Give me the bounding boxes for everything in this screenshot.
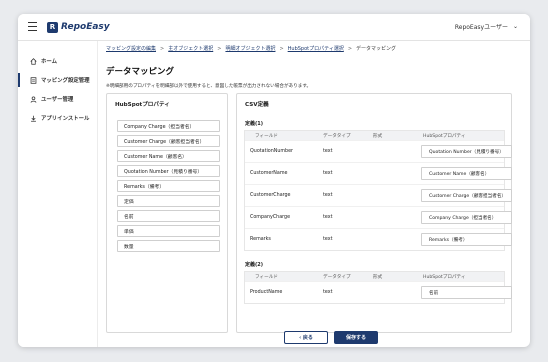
- breadcrumb-separator: >: [160, 45, 165, 52]
- mapped-property-dropzone[interactable]: Remarks（備考）: [421, 233, 512, 246]
- download-icon: [30, 115, 37, 122]
- field-name: CustomerCharge: [250, 193, 291, 198]
- mapping-table: フィールド データタイプ 形式 HubSpotプロパティ ProductName…: [244, 271, 512, 304]
- data-type: text: [323, 171, 333, 176]
- mapped-property-dropzone[interactable]: 名前: [421, 286, 512, 299]
- property-chip[interactable]: Customer Name（顧客名）: [117, 150, 220, 162]
- sidebar-item-label: マッピング設定管理: [41, 78, 90, 84]
- table-header: フィールド データタイプ 形式 HubSpotプロパティ: [245, 272, 504, 281]
- mapped-property-dropzone[interactable]: Customer Name（顧客名）: [421, 167, 512, 180]
- column-header-data-type: データタイプ: [323, 274, 351, 280]
- hamburger-menu-icon[interactable]: [28, 22, 37, 31]
- property-chip[interactable]: 名前: [117, 210, 220, 222]
- top-bar: R RepoEasy RepoEasyユーザー ⌄: [18, 14, 530, 41]
- breadcrumb-link-hubspot-property[interactable]: HubSpotプロパティ選択: [288, 45, 344, 52]
- table-header: フィールド データタイプ 形式 HubSpotプロパティ: [245, 131, 504, 140]
- field-name: CompanyCharge: [250, 215, 291, 220]
- sidebar-item-label: アプリインストール: [41, 116, 90, 122]
- table-row: CustomerCharge text Customer Charge（顧客担当…: [245, 184, 512, 206]
- table-row: Remarks text Remarks（備考）: [245, 228, 512, 250]
- column-header-hubspot-property: HubSpotプロパティ: [423, 133, 466, 139]
- table-row: CompanyCharge text Company Charge（担当者名）: [245, 206, 512, 228]
- logo[interactable]: R RepoEasy: [47, 20, 110, 34]
- user-name: RepoEasyユーザー: [454, 24, 508, 31]
- breadcrumb-link-main-object[interactable]: 主オブジェクト選択: [168, 45, 213, 52]
- page-note: ※明細部用のプロパティを明細部以外で使用すると、意図した帳票が出力されない場合が…: [106, 84, 312, 89]
- user-icon: [30, 96, 37, 103]
- panel-title: CSV定義: [245, 102, 269, 108]
- mapped-property-dropzone[interactable]: Customer Charge（顧客担当者名）: [421, 189, 512, 202]
- field-name: QuotationNumber: [250, 149, 294, 154]
- section-label: 定義(2): [245, 262, 264, 268]
- column-header-field: フィールド: [255, 133, 278, 139]
- mapping-table: フィールド データタイプ 形式 HubSpotプロパティ QuotationNu…: [244, 130, 512, 251]
- field-name: CustomerName: [250, 171, 288, 176]
- sidebar-item-mapping[interactable]: マッピング設定管理: [18, 73, 98, 87]
- breadcrumb-current: データマッピング: [356, 46, 397, 52]
- logo-icon: R: [47, 21, 58, 33]
- field-name: ProductName: [250, 290, 283, 295]
- property-chip[interactable]: Remarks（備考）: [117, 180, 220, 192]
- user-menu[interactable]: RepoEasyユーザー ⌄: [455, 22, 518, 31]
- mapped-property-dropzone[interactable]: Quotation Number（見積り番号）: [421, 145, 512, 158]
- table-row: ProductName text 名前: [245, 281, 512, 303]
- table-row: CustomerName text Customer Name（顧客名）: [245, 162, 512, 184]
- breadcrumb-link-mapping-edit[interactable]: マッピング設定の編集: [106, 45, 156, 52]
- section-label: 定義(1): [245, 121, 264, 127]
- app-window: R RepoEasy RepoEasyユーザー ⌄ ホーム マッピング設定管理 …: [18, 14, 530, 347]
- breadcrumb-separator: >: [347, 45, 353, 52]
- data-type: text: [323, 290, 333, 295]
- home-icon: [30, 57, 37, 65]
- sidebar-item-app-install[interactable]: アプリインストール: [18, 111, 98, 125]
- property-chip[interactable]: Company Charge（担当者名）: [117, 120, 220, 132]
- sidebar-item-label: ユーザー管理: [41, 97, 74, 103]
- property-chip[interactable]: Customer Charge（顧客担当者名）: [117, 135, 220, 147]
- breadcrumb: マッピング設定の編集 > 主オブジェクト選択 > 明細オブジェクト選択 > Hu…: [106, 45, 397, 53]
- sidebar-item-label: ホーム: [41, 59, 58, 65]
- column-header-data-type: データタイプ: [323, 133, 351, 139]
- table-row: QuotationNumber text Quotation Number（見積…: [245, 140, 512, 162]
- chevron-down-icon: ⌄: [512, 23, 518, 30]
- hubspot-property-panel: HubSpotプロパティ Company Charge（担当者名） Custom…: [106, 93, 228, 333]
- sidebar-item-users[interactable]: ユーザー管理: [18, 92, 98, 106]
- property-chip[interactable]: 単価: [117, 225, 220, 237]
- data-type: text: [323, 215, 333, 220]
- main-content: マッピング設定の編集 > 主オブジェクト選択 > 明細オブジェクト選択 > Hu…: [98, 41, 530, 347]
- column-header-field: フィールド: [255, 274, 278, 280]
- property-chip[interactable]: Quotation Number（見積り番号）: [117, 165, 220, 177]
- field-name: Remarks: [250, 237, 271, 242]
- column-header-hubspot-property: HubSpotプロパティ: [423, 274, 466, 280]
- panel-title: HubSpotプロパティ: [115, 102, 170, 108]
- logo-text: RepoEasy: [61, 22, 110, 32]
- breadcrumb-link-detail-object[interactable]: 明細オブジェクト選択: [225, 45, 275, 52]
- data-type: text: [323, 237, 333, 242]
- sidebar-item-home[interactable]: ホーム: [18, 54, 98, 68]
- mapped-property-dropzone[interactable]: Company Charge（担当者名）: [421, 211, 512, 224]
- data-type: text: [323, 193, 333, 198]
- column-header-format: 形式: [373, 133, 383, 139]
- back-button[interactable]: ‹ 戻る: [284, 331, 328, 344]
- property-chip[interactable]: 定価: [117, 195, 220, 207]
- column-header-format: 形式: [373, 274, 383, 280]
- sidebar: ホーム マッピング設定管理 ユーザー管理 アプリインストール: [18, 41, 98, 347]
- property-chip[interactable]: 数量: [117, 240, 220, 252]
- csv-definition-panel: CSV定義 定義(1) フィールド データタイプ 形式 HubSpotプロパティ…: [236, 93, 512, 333]
- page-title: データマッピング: [106, 67, 175, 77]
- breadcrumb-separator: >: [279, 45, 284, 52]
- breadcrumb-separator: >: [217, 45, 222, 52]
- mapping-icon: [30, 76, 37, 84]
- save-button[interactable]: 保存する: [334, 331, 378, 344]
- data-type: text: [323, 149, 333, 154]
